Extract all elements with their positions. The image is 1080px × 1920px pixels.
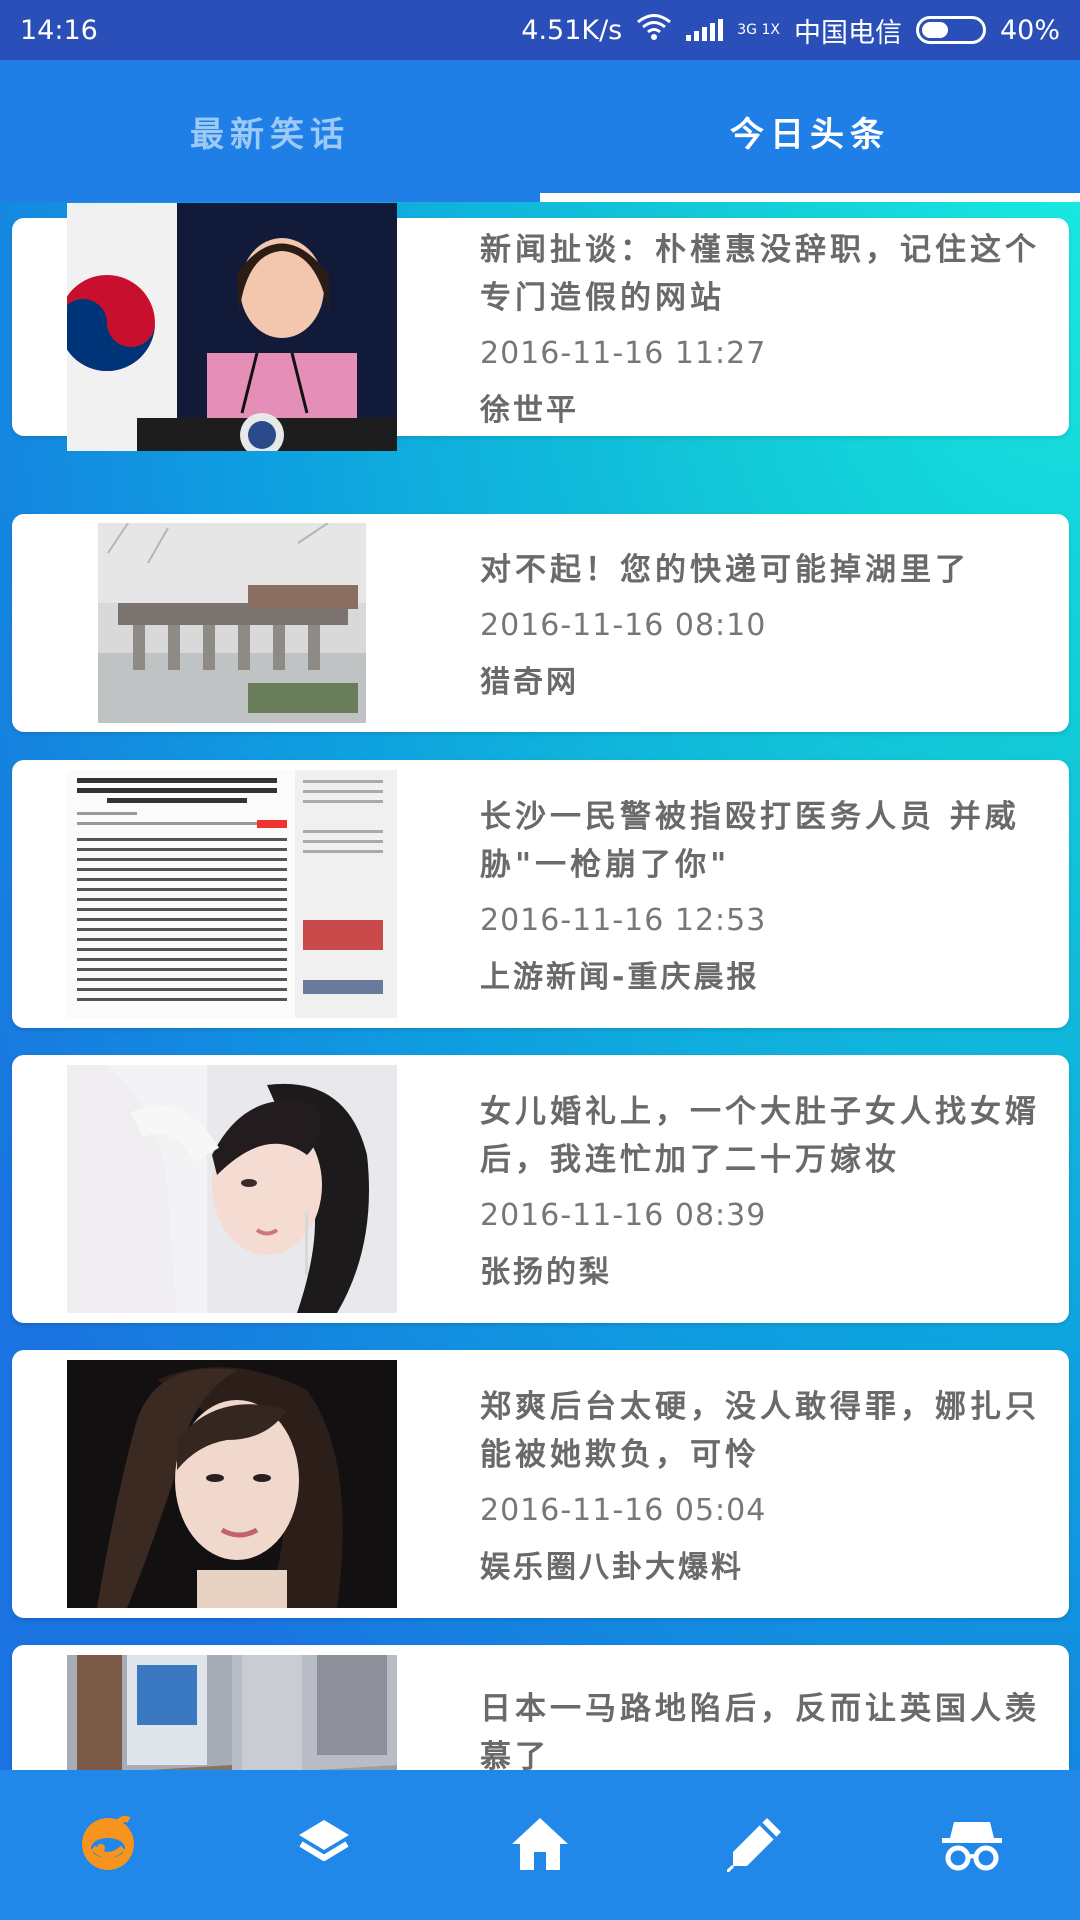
news-card[interactable]: 新闻扯谈：朴槿惠没辞职，记住这个专门造假的网站 2016-11-16 11:27… — [12, 203, 1069, 451]
news-date: 2016-11-16 05:04 — [480, 1492, 767, 1528]
nav-layers[interactable] — [274, 1795, 374, 1895]
penguin-logo-icon — [79, 1814, 137, 1876]
layers-icon — [295, 1814, 353, 1876]
news-title: 女儿婚礼上，一个大肚子女人找女婿后，我连忙加了二十万嫁妆 — [480, 1093, 1040, 1178]
news-card[interactable]: 日本一马路地陷后，反而让英国人羡慕了 — [12, 1645, 1069, 1770]
news-title: 新闻扯谈：朴槿惠没辞职，记住这个专门造假的网站 — [480, 231, 1040, 316]
news-date: 2016-11-16 08:39 — [480, 1197, 767, 1233]
news-card[interactable]: 女儿婚礼上，一个大肚子女人找女婿后，我连忙加了二十万嫁妆 2016-11-16 … — [12, 1055, 1069, 1323]
news-source: 上游新闻-重庆晨报 — [480, 959, 760, 995]
status-time: 14:16 — [20, 14, 98, 46]
news-list[interactable]: 新闻扯谈：朴槿惠没辞职，记住这个专门造假的网站 2016-11-16 11:27… — [0, 202, 1080, 1770]
woman-portrait-photo — [67, 1065, 397, 1313]
news-date: 2016-11-16 11:27 — [480, 335, 767, 371]
news-source: 娱乐圈八卦大爆料 — [480, 1549, 744, 1585]
actress-portrait-photo — [67, 1360, 397, 1608]
tab-bar: 最新笑话 今日头条 — [0, 60, 1080, 202]
tab-today-headlines[interactable]: 今日头条 — [540, 60, 1080, 202]
wifi-icon — [636, 13, 672, 48]
bottom-navigation — [0, 1770, 1080, 1920]
news-card[interactable]: 长沙一民警被指殴打医务人员 并威胁"一枪崩了你" 2016-11-16 12:5… — [12, 760, 1069, 1028]
news-date: 2016-11-16 08:10 — [480, 607, 767, 643]
news-title: 对不起！您的快递可能掉湖里了 — [480, 551, 970, 588]
battery-icon — [915, 16, 986, 44]
news-source: 张扬的梨 — [480, 1254, 612, 1290]
tab-latest-jokes[interactable]: 最新笑话 — [0, 60, 540, 202]
network-speed: 4.51K/s — [521, 14, 623, 46]
battery-percent: 40% — [999, 14, 1060, 46]
signal-icon — [686, 19, 724, 41]
news-source: 猎奇网 — [480, 664, 579, 700]
carrier-name: 中国电信 — [793, 17, 902, 49]
collapsed-bridge-photo — [98, 523, 366, 723]
nav-penguin-logo[interactable] — [58, 1795, 158, 1895]
pencil-icon — [725, 1814, 785, 1876]
home-icon — [510, 1814, 570, 1876]
status-bar: 14:16 4.51K/s 3G 1X 中国电信 40% — [0, 0, 1080, 60]
news-title: 日本一马路地陷后，反而让英国人羡慕了 — [480, 1691, 1040, 1770]
nav-write[interactable] — [706, 1795, 806, 1895]
road-sinkhole-photo — [67, 1655, 397, 1770]
news-date: 2016-11-16 12:53 — [480, 902, 767, 938]
network-type: 3G 1X — [737, 22, 780, 38]
person-at-podium-photo — [67, 203, 397, 451]
news-card[interactable]: 郑爽后台太硬，没人敢得罪，娜扎只能被她欺负，可怜 2016-11-16 05:0… — [12, 1350, 1069, 1618]
nav-profile[interactable] — [922, 1795, 1022, 1895]
news-title: 长沙一民警被指殴打医务人员 并威胁"一枪崩了你" — [480, 798, 1020, 883]
news-card[interactable]: 对不起！您的快递可能掉湖里了 2016-11-16 08:10 猎奇网 — [12, 514, 1069, 732]
news-article-screenshot — [67, 770, 397, 1018]
news-source: 徐世平 — [480, 392, 579, 428]
status-indicators: 4.51K/s 3G 1X 中国电信 40% — [521, 11, 1060, 50]
nav-home[interactable] — [490, 1795, 590, 1895]
news-title: 郑爽后台太硬，没人敢得罪，娜扎只能被她欺负，可怜 — [480, 1388, 1040, 1473]
incognito-icon — [940, 1814, 1004, 1876]
